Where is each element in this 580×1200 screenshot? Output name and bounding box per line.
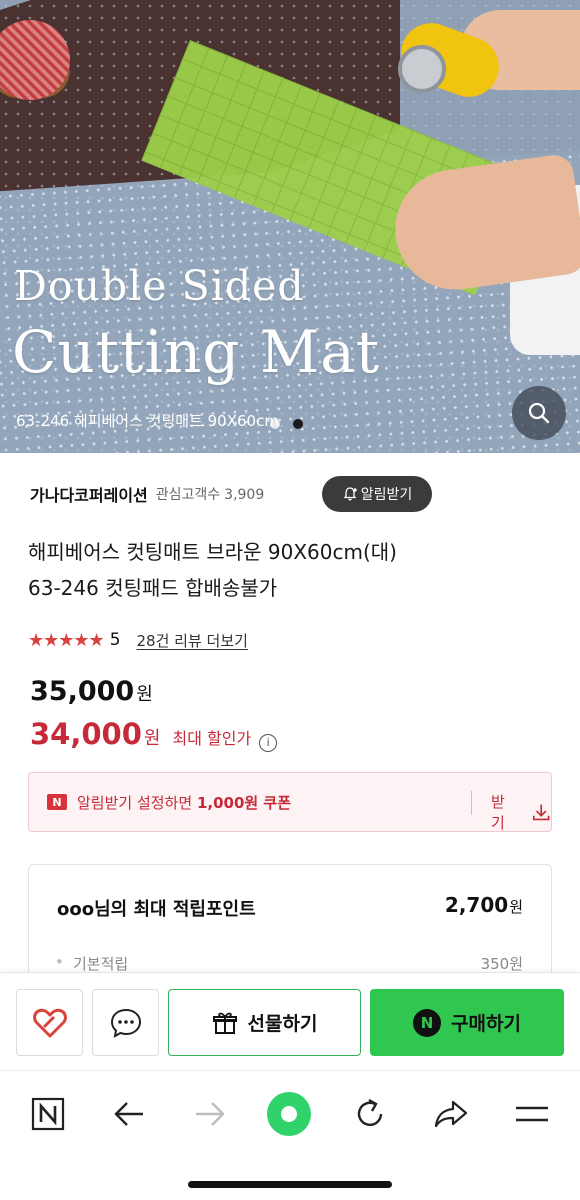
buy-label: 구매하기 xyxy=(451,1013,521,1035)
points-basic-value: 350원 xyxy=(480,955,523,973)
points-total-amount: 2,700 xyxy=(444,893,509,917)
green-dot-button[interactable] xyxy=(266,1091,312,1137)
coupon-banner[interactable]: N 알림받기 설정하면 1,000원 쿠폰 받기 xyxy=(28,772,552,832)
carousel-dot-1[interactable] xyxy=(270,419,280,429)
arrow-left-icon xyxy=(114,1102,143,1126)
chat-button[interactable] xyxy=(92,989,159,1056)
forward-button[interactable] xyxy=(187,1091,233,1137)
followers-label: 관심고객수 xyxy=(155,487,221,503)
buy-button[interactable]: N 구매하기 xyxy=(370,989,564,1056)
reload-icon xyxy=(357,1098,383,1126)
original-price-amount: 35,000 xyxy=(30,676,135,707)
points-basic-label: 기본적립 xyxy=(55,953,128,974)
product-title-line2: 63-246 컷팅패드 합배송불가 xyxy=(28,576,278,600)
hero-caption: 63-246 해피베어스 컷팅매트 90X60cm xyxy=(16,412,279,430)
review-link[interactable]: 28건 리뷰 더보기 xyxy=(137,630,248,651)
points-total: 2,700원 xyxy=(445,893,523,917)
purchase-action-bar: 선물하기 N 구매하기 xyxy=(0,972,580,1070)
share-button[interactable] xyxy=(428,1091,474,1137)
coupon-get-label: 받기 xyxy=(491,793,505,832)
rotary-cutter-blade xyxy=(398,45,446,93)
rating-row: ★★★★★ 5 28건 리뷰 더보기 xyxy=(28,626,248,654)
gift-label: 선물하기 xyxy=(247,1013,318,1035)
menu-button[interactable] xyxy=(509,1091,555,1137)
original-price: 35,000 원 xyxy=(30,676,153,707)
seller-name[interactable]: 가나다코퍼레이션 xyxy=(30,482,148,506)
naver-n-icon: N xyxy=(413,1008,442,1037)
carousel-dot-2[interactable] xyxy=(293,419,303,429)
seller-row: 가나다코퍼레이션 관심고객수 3,909 알림받기 xyxy=(30,474,550,514)
back-button[interactable] xyxy=(106,1091,152,1137)
gift-button[interactable]: 선물하기 xyxy=(168,989,361,1056)
bell-plus-icon xyxy=(343,487,357,501)
hero-title-line2: Cutting Mat xyxy=(12,318,381,386)
sale-price-tag: 최대 할인가 xyxy=(172,729,252,748)
heart-icon xyxy=(32,1008,67,1037)
search-icon xyxy=(528,402,550,424)
image-search-button[interactable] xyxy=(512,386,566,440)
sale-price-unit: 원 xyxy=(143,728,161,749)
naver-badge-icon: N xyxy=(47,794,67,810)
info-icon[interactable]: i xyxy=(259,733,278,752)
naver-home-icon xyxy=(31,1097,65,1131)
download-icon xyxy=(532,804,550,821)
home-button[interactable] xyxy=(25,1091,71,1137)
arrow-right-icon xyxy=(196,1102,225,1126)
coupon-text-highlight: 1,000원 쿠폰 xyxy=(196,793,292,812)
reload-button[interactable] xyxy=(347,1091,393,1137)
green-dot-icon xyxy=(267,1092,311,1136)
notify-button[interactable]: 알림받기 xyxy=(322,476,432,512)
followers-number: 3,909 xyxy=(224,487,265,503)
points-title: ooo님의 최대 적립포인트 xyxy=(57,899,256,920)
coupon-text: 알림받기 설정하면 1,000원 쿠폰 xyxy=(77,792,291,813)
rating-score: 5 xyxy=(109,630,121,650)
product-title: 해피베어스 컷팅매트 브라운 90X60cm(대) 63-246 컷팅패드 합배… xyxy=(28,534,558,606)
sale-price: 34,000 원 최대 할인가 i xyxy=(30,717,278,752)
chat-bubble-icon xyxy=(110,1008,141,1038)
home-indicator[interactable] xyxy=(188,1181,392,1188)
coupon-divider xyxy=(471,791,472,815)
notify-label: 알림받기 xyxy=(360,487,413,503)
like-button[interactable] xyxy=(16,989,83,1056)
points-total-unit: 원 xyxy=(509,898,523,916)
coupon-get-button[interactable]: 받기 xyxy=(491,791,551,833)
original-price-unit: 원 xyxy=(136,684,153,705)
carousel-indicator xyxy=(270,419,303,429)
followers-count: 관심고객수 3,909 xyxy=(156,484,265,504)
sale-price-amount: 34,000 xyxy=(30,717,142,751)
product-image-carousel[interactable]: Double Sided Cutting Mat 63-246 해피베어스 컷팅… xyxy=(0,0,580,453)
browser-toolbar xyxy=(0,1070,580,1200)
hero-title-line1: Double Sided xyxy=(14,262,305,310)
star-rating: ★★★★★ xyxy=(28,629,105,651)
product-title-line1: 해피베어스 컷팅매트 브라운 90X60cm(대) xyxy=(28,540,397,564)
share-icon xyxy=(434,1100,468,1128)
menu-icon xyxy=(516,1106,548,1122)
coupon-text-prefix: 알림받기 설정하면 xyxy=(77,793,197,812)
gift-icon xyxy=(212,1012,237,1034)
